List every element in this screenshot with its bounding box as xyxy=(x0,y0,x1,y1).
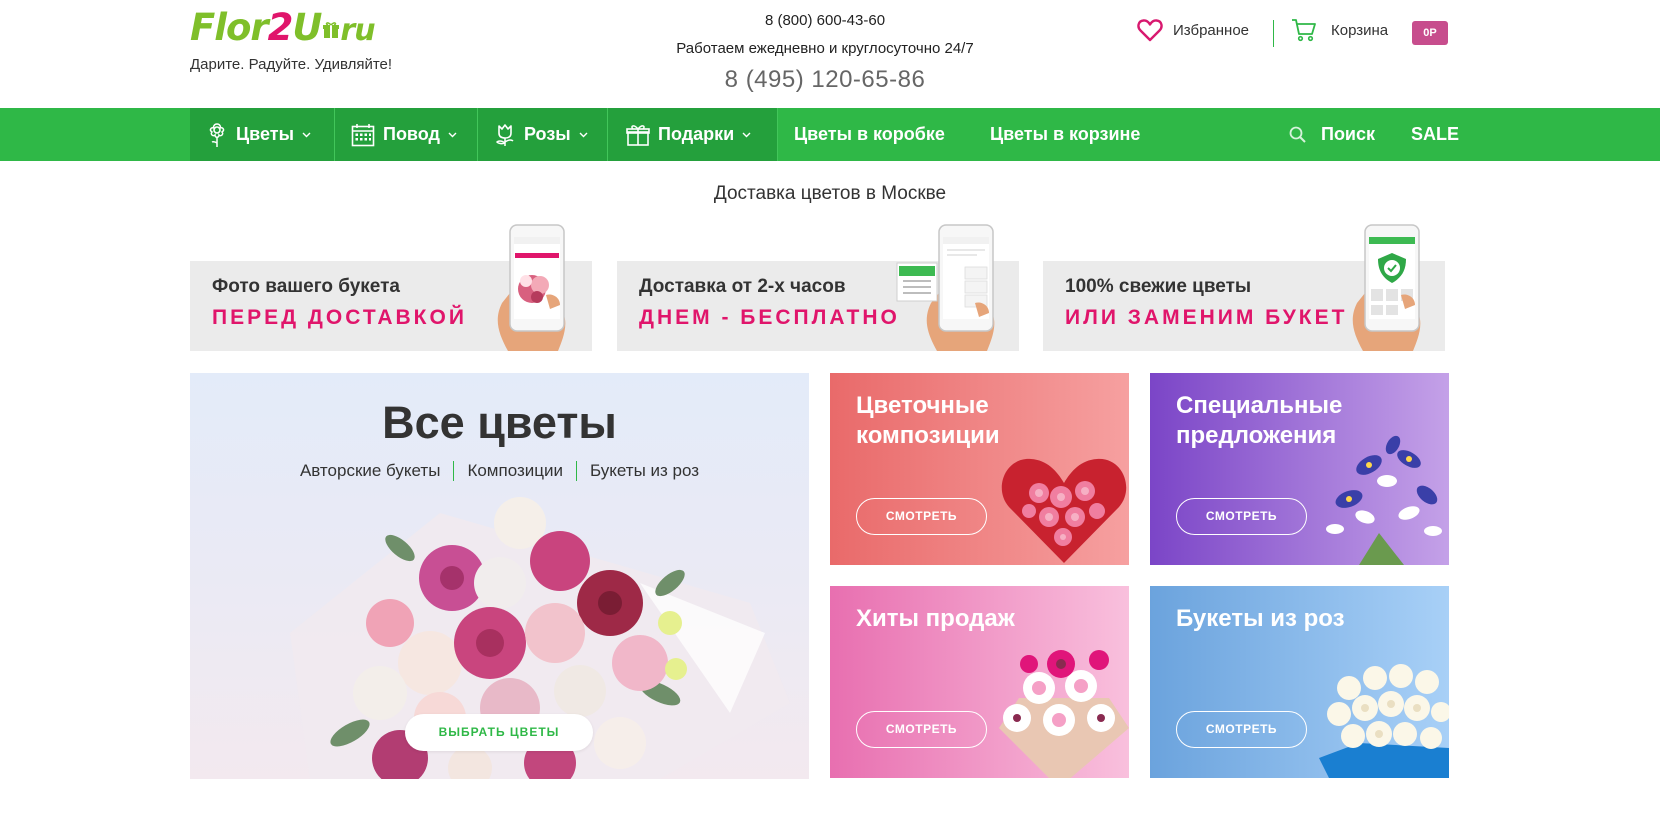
nav-item-flowers[interactable]: Цветы xyxy=(190,108,335,161)
favorites-label: Избранное xyxy=(1173,21,1250,39)
nav-item-gifts[interactable]: Подарки xyxy=(608,108,778,161)
choose-flowers-button[interactable]: ВЫБРАТЬ ЦВЕТЫ xyxy=(405,714,593,751)
logo-text-ru: ru xyxy=(340,13,375,48)
feature-line2: ИЛИ ЗАМЕНИМ БУКЕТ xyxy=(1065,306,1348,329)
tile-title-line2: композиции xyxy=(856,422,1000,449)
feature-fresh-flowers[interactable]: 100% свежие цветы ИЛИ ЗАМЕНИМ БУКЕТ xyxy=(1043,224,1445,351)
tile-title-line1: Специальные xyxy=(1176,392,1343,419)
all-flowers-links: Авторские букеты Композиции Букеты из ро… xyxy=(190,461,809,481)
logo-text-flor: Flor xyxy=(190,6,269,49)
tile-title-line1: Хиты продаж xyxy=(856,605,1015,632)
feature-line2: ПЕРЕД ДОСТАВКОЙ xyxy=(212,306,467,329)
tile-special-offers[interactable]: Специальные предложения СМОТРЕТЬ xyxy=(1150,373,1449,565)
tagline: Дарите. Радуйте. Удивляйте! xyxy=(190,56,393,73)
main-nav: Цветы Повод Розы Подарки Цветы в коробке… xyxy=(0,108,1660,161)
link-rose-bouquets[interactable]: Букеты из роз xyxy=(575,461,712,481)
phone-schedule-illustration xyxy=(896,224,995,351)
all-flowers-banner[interactable]: Все цветы Авторские букеты Композиции Бу… xyxy=(190,373,809,779)
site-header: Flor2U ru Дарите. Радуйте. Удивляйте! 8 (… xyxy=(0,0,1660,108)
view-button[interactable]: СМОТРЕТЬ xyxy=(856,711,987,748)
logo-text-u: U xyxy=(292,6,322,49)
gift-icon xyxy=(626,123,650,147)
tile-title: Специальные предложения xyxy=(1176,391,1342,451)
cart-total-badge[interactable]: 0Р xyxy=(1412,21,1448,45)
cart-label: Корзина xyxy=(1331,21,1389,39)
feature-line2: ДНЕМ - БЕСПЛАТНО xyxy=(639,306,900,329)
tile-title: Букеты из роз xyxy=(1176,604,1345,634)
favorites-link[interactable]: Избранное xyxy=(1137,18,1249,42)
nav-item-flowers-in-box[interactable]: Цветы в коробке xyxy=(794,108,945,161)
search-icon xyxy=(1289,126,1307,144)
chevron-down-icon xyxy=(302,132,311,138)
nav-item-label: Повод xyxy=(383,124,440,144)
tile-title-line2: предложения xyxy=(1176,422,1337,449)
nav-item-label: Цветы xyxy=(236,124,294,144)
nav-sale[interactable]: SALE xyxy=(1411,108,1459,161)
feature-line1: Доставка от 2-х часов xyxy=(639,276,846,297)
heart-icon xyxy=(1137,19,1163,42)
tile-bestsellers[interactable]: Хиты продаж СМОТРЕТЬ xyxy=(830,586,1129,778)
nav-item-label: Розы xyxy=(524,124,571,144)
phone-moscow[interactable]: 8 (495) 120-65-86 xyxy=(600,66,1050,94)
nav-item-label: Подарки xyxy=(658,124,735,144)
view-button[interactable]: СМОТРЕТЬ xyxy=(1176,711,1307,748)
view-button[interactable]: СМОТРЕТЬ xyxy=(1176,498,1307,535)
nav-item-roses[interactable]: Розы xyxy=(478,108,608,161)
nav-item-label: Цветы в коробке xyxy=(794,124,945,144)
feature-line1: Фото вашего букета xyxy=(212,276,400,297)
nav-item-flowers-in-basket[interactable]: Цветы в корзине xyxy=(990,108,1140,161)
chevron-down-icon xyxy=(742,132,751,138)
cart-link[interactable]: Корзина xyxy=(1291,18,1388,42)
logo-text-2: 2 xyxy=(267,6,294,49)
link-compositions[interactable]: Композиции xyxy=(453,461,576,481)
feature-delivery-2-hours[interactable]: Доставка от 2-х часов ДНЕМ - БЕСПЛАТНО xyxy=(617,224,1019,351)
phone-fresh-illustration xyxy=(1352,224,1421,351)
header-divider xyxy=(1273,20,1274,47)
nav-item-label: Цветы в корзине xyxy=(990,124,1141,144)
white-roses-illustration xyxy=(1319,664,1449,778)
rose-icon xyxy=(494,123,516,147)
tile-title: Цветочные композиции xyxy=(856,391,1000,451)
tile-title-line1: Букеты из роз xyxy=(1176,605,1345,632)
page-title: Доставка цветов в Москве xyxy=(713,183,947,204)
view-button[interactable]: СМОТРЕТЬ xyxy=(856,498,987,535)
chevron-down-icon xyxy=(579,132,588,138)
phone-main[interactable]: 8 (800) 600-43-60 xyxy=(600,12,1050,29)
nav-item-occasion[interactable]: Повод xyxy=(335,108,478,161)
phone-photo-illustration xyxy=(497,224,566,351)
tile-flower-compositions[interactable]: Цветочные композиции СМОТРЕТЬ xyxy=(830,373,1129,565)
tile-rose-bouquets[interactable]: Букеты из роз СМОТРЕТЬ xyxy=(1150,586,1449,778)
chevron-down-icon xyxy=(448,132,457,138)
logo-gift-icon xyxy=(323,21,340,38)
gerbera-bouquet-illustration xyxy=(999,650,1129,778)
feature-line1: 100% свежие цветы xyxy=(1065,276,1252,297)
cart-icon xyxy=(1292,19,1316,42)
tile-title-line1: Цветочные xyxy=(856,392,989,419)
working-hours: Работаем ежедневно и круглосуточно 24/7 xyxy=(676,40,974,57)
calendar-icon xyxy=(351,123,375,147)
link-author-bouquets[interactable]: Авторские букеты xyxy=(287,461,454,481)
tile-title: Хиты продаж xyxy=(856,604,1015,634)
search-label: Поиск xyxy=(1321,124,1376,144)
heart-roses-illustration xyxy=(1001,458,1127,563)
site-logo[interactable]: Flor2U ru xyxy=(190,6,376,49)
feature-photo-before-delivery[interactable]: Фото вашего букета ПЕРЕД ДОСТАВКОЙ xyxy=(190,224,592,351)
sale-label: SALE xyxy=(1411,124,1460,144)
all-flowers-title: Все цветы xyxy=(382,397,617,448)
flower-icon xyxy=(206,122,228,148)
nav-search[interactable]: Поиск xyxy=(1289,108,1375,161)
